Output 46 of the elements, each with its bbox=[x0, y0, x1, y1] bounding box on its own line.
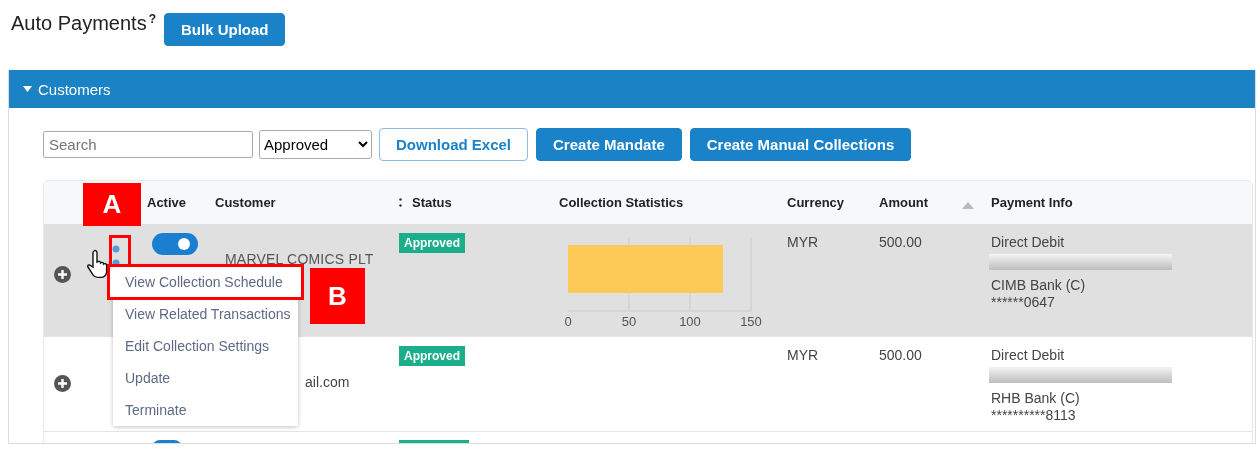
menu-item[interactable]: View Collection Schedule bbox=[109, 266, 302, 298]
drag-handle-icon[interactable] bbox=[399, 198, 402, 207]
status-badge: Approved bbox=[399, 346, 465, 366]
bank-name: CIMB Bank (C) bbox=[991, 277, 1087, 294]
currency-text: MYR bbox=[787, 347, 820, 364]
page-title: Auto Payments$^{?}$ bbox=[11, 12, 156, 34]
create-button[interactable]: Create Manual Collections bbox=[689, 128, 912, 161]
amount-text: 500.00 bbox=[879, 234, 923, 251]
menu-item[interactable]: Update bbox=[113, 362, 298, 394]
column-header[interactable]: Collection Statistics bbox=[559, 195, 684, 210]
panel-title: Customers bbox=[38, 80, 111, 98]
column-header[interactable]: Amount bbox=[879, 195, 929, 210]
menu-item[interactable]: Terminate bbox=[113, 394, 298, 426]
annotation-label: B bbox=[310, 268, 365, 324]
plus-circle-icon[interactable] bbox=[54, 266, 71, 283]
axis-tick-label: 0 bbox=[564, 314, 572, 329]
plus-circle-icon[interactable] bbox=[54, 375, 71, 392]
currency-text: MYR bbox=[787, 234, 820, 251]
caret-icon bbox=[23, 86, 32, 92]
account-number: **********8113 bbox=[991, 407, 1077, 424]
column-header[interactable]: Payment Info bbox=[991, 195, 1073, 210]
customer-name: MARVEL COMICS PLT bbox=[225, 251, 375, 268]
account-number: ******0647 bbox=[991, 294, 1056, 311]
column-header[interactable]: Status bbox=[412, 195, 452, 210]
axis-tick-label: 50 bbox=[621, 314, 637, 329]
amount-text: 500.00 bbox=[879, 347, 923, 364]
menu-item[interactable]: Edit Collection Settings bbox=[113, 330, 298, 362]
axis-tick-label: 100 bbox=[679, 314, 701, 329]
menu-item[interactable]: View Related Transactions bbox=[113, 298, 298, 330]
column-header[interactable]: Customer bbox=[215, 195, 276, 210]
bulk-upload-button[interactable]: Bulk Upload bbox=[163, 13, 286, 46]
column-header[interactable]: Currency bbox=[787, 195, 845, 210]
axis-tick-label: 150 bbox=[740, 314, 762, 329]
customer-email: ail.com bbox=[305, 374, 351, 391]
toggle-switch[interactable] bbox=[152, 233, 198, 255]
payment-method: Direct Debit bbox=[991, 347, 1066, 364]
download-button[interactable]: Download Excel bbox=[379, 128, 529, 161]
payment-method: Direct Debit bbox=[991, 234, 1066, 251]
bank-name: RHB Bank (C) bbox=[991, 390, 1081, 407]
panel-header[interactable]: Customers bbox=[9, 70, 1255, 108]
status-filter-select[interactable]: Approved bbox=[259, 130, 372, 159]
status-badge: Approved bbox=[399, 233, 465, 253]
search-field[interactable]: Search bbox=[43, 131, 253, 158]
column-header[interactable]: Active bbox=[147, 195, 187, 210]
annotation-label: A bbox=[83, 183, 141, 226]
create-button[interactable]: Create Mandate bbox=[536, 128, 682, 161]
